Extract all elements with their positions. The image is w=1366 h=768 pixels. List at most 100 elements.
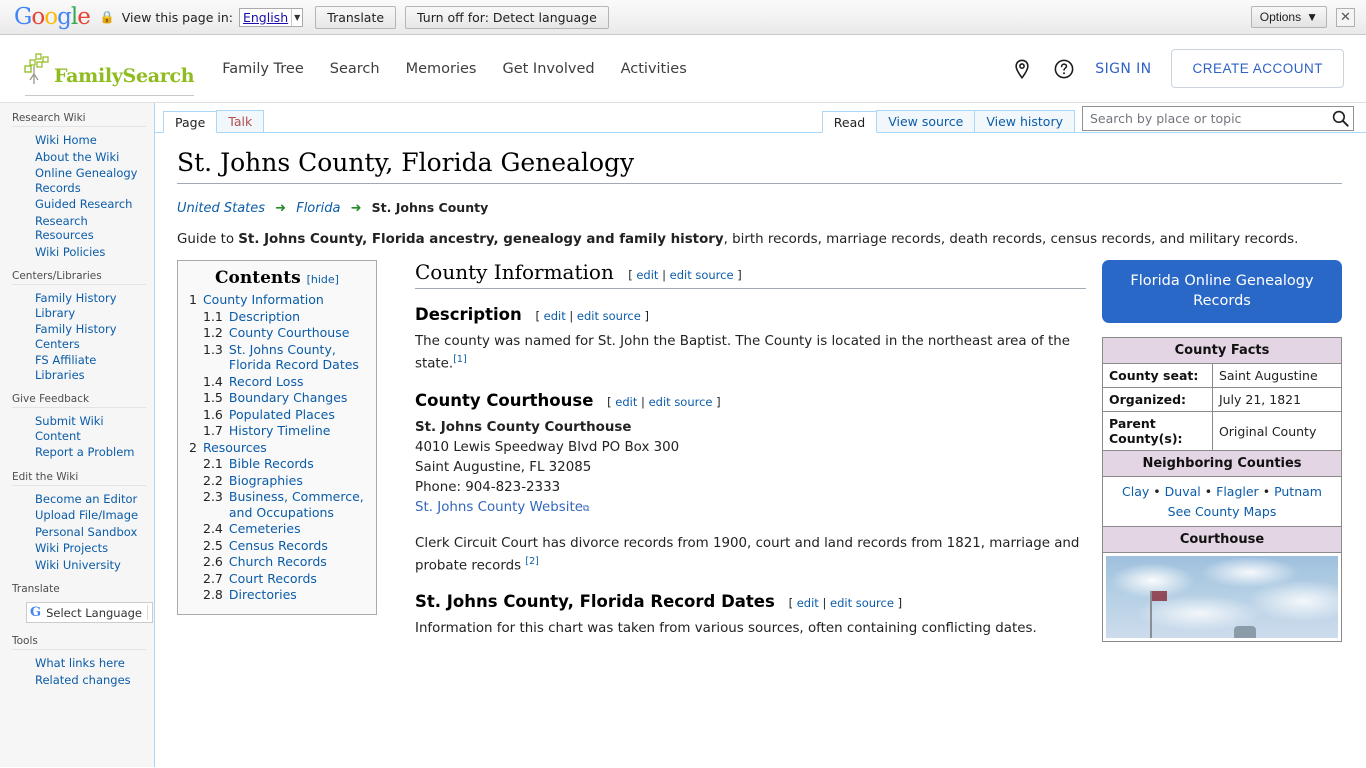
- search-input[interactable]: [1082, 106, 1354, 131]
- neighbor-link-duval[interactable]: Duval: [1165, 484, 1201, 499]
- edit-source-link[interactable]: edit source: [649, 395, 713, 409]
- reference-link-2[interactable]: [2]: [525, 556, 538, 567]
- edit-source-link[interactable]: edit source: [830, 596, 894, 610]
- toc-link-resources[interactable]: Resources: [203, 440, 267, 456]
- sidebar-link-wiki-university[interactable]: Wiki University: [35, 558, 121, 572]
- turn-off-translation-button[interactable]: Turn off for: Detect language: [405, 5, 609, 29]
- sidebar-item-wiki-projects[interactable]: Wiki Projects: [24, 540, 146, 557]
- toc-item[interactable]: 1 County Information: [187, 292, 367, 308]
- toc-item[interactable]: 2.1 Bible Records: [187, 456, 367, 472]
- sign-in-link[interactable]: SIGN IN: [1095, 61, 1151, 77]
- sidebar-link-family-history-centers[interactable]: Family History Centers: [35, 322, 117, 351]
- toc-link-business-commerce-occupations[interactable]: Business, Commerce, and Occupations: [229, 489, 367, 520]
- toc-link-county-courthouse[interactable]: County Courthouse: [229, 325, 350, 341]
- sidebar-item-wiki-policies[interactable]: Wiki Policies: [24, 244, 146, 261]
- reference-link-1[interactable]: [1]: [453, 354, 466, 365]
- sidebar-item-wiki-university[interactable]: Wiki University: [24, 557, 146, 574]
- sidebar-link-become-an-editor[interactable]: Become an Editor: [35, 492, 137, 506]
- sidebar-item-what-links-here[interactable]: What links here: [24, 655, 146, 672]
- see-county-maps-link[interactable]: See County Maps: [1168, 504, 1277, 519]
- sidebar-item-family-history-centers[interactable]: Family History Centers: [24, 321, 146, 352]
- toc-item[interactable]: 2.4 Cemeteries: [187, 521, 367, 537]
- toc-item[interactable]: 1.6 Populated Places: [187, 407, 367, 423]
- sidebar-link-wiki-projects[interactable]: Wiki Projects: [35, 541, 108, 555]
- search-button[interactable]: [1331, 109, 1350, 128]
- neighbor-link-clay[interactable]: Clay: [1122, 484, 1149, 499]
- toc-item[interactable]: 2.8 Directories: [187, 587, 367, 603]
- toc-link-boundary-changes[interactable]: Boundary Changes: [229, 390, 348, 406]
- toc-item[interactable]: 1.7 History Timeline: [187, 423, 367, 439]
- sidebar-item-about-the-wiki[interactable]: About the Wiki: [24, 149, 146, 166]
- sidebar-item-guided-research[interactable]: Guided Research: [24, 196, 146, 213]
- toc-link-record-loss[interactable]: Record Loss: [229, 374, 304, 390]
- toc-link-description[interactable]: Description: [229, 309, 300, 325]
- toc-link-bible-records[interactable]: Bible Records: [229, 456, 314, 472]
- tab-page[interactable]: Page: [163, 111, 218, 133]
- toc-link-court-records[interactable]: Court Records: [229, 571, 317, 587]
- courthouse-website-link[interactable]: St. Johns County Website: [415, 500, 583, 515]
- sidebar-link-wiki-home[interactable]: Wiki Home: [35, 133, 97, 147]
- tab-talk[interactable]: Talk: [216, 110, 265, 132]
- toc-item[interactable]: 2.5 Census Records: [187, 538, 367, 554]
- toc-link-directories[interactable]: Directories: [229, 587, 297, 603]
- sidebar-link-personal-sandbox[interactable]: Personal Sandbox: [35, 525, 137, 539]
- toc-item[interactable]: 1.1 Description: [187, 309, 367, 325]
- sidebar-link-family-history-library[interactable]: Family History Library: [35, 291, 117, 320]
- sidebar-link-submit-wiki-content[interactable]: Submit Wiki Content: [35, 414, 104, 443]
- sidebar-item-report-a-problem[interactable]: Report a Problem: [24, 444, 146, 461]
- edit-source-link[interactable]: edit source: [670, 268, 734, 282]
- edit-link[interactable]: edit: [797, 596, 819, 610]
- sidebar-link-fs-affiliate-libraries[interactable]: FS Affiliate Libraries: [35, 353, 96, 382]
- options-button[interactable]: Options ▼: [1250, 6, 1327, 28]
- close-icon[interactable]: ✕: [1336, 7, 1355, 27]
- breadcrumb-link-florida[interactable]: Florida: [296, 201, 340, 216]
- toc-link-church-records[interactable]: Church Records: [229, 554, 327, 570]
- toc-item[interactable]: 2.3 Business, Commerce, and Occupations: [187, 489, 367, 520]
- sidebar-link-upload-file-image[interactable]: Upload File/Image: [35, 508, 138, 522]
- nav-item-memories[interactable]: Memories: [406, 61, 477, 77]
- sidebar-item-personal-sandbox[interactable]: Personal Sandbox: [24, 524, 146, 541]
- edit-link[interactable]: edit: [636, 268, 658, 282]
- neighbor-link-flagler[interactable]: Flagler: [1216, 484, 1259, 499]
- sidebar-item-research-resources[interactable]: Research Resources: [24, 213, 146, 244]
- sidebar-link-report-a-problem[interactable]: Report a Problem: [35, 445, 135, 459]
- sidebar-link-guided-research[interactable]: Guided Research: [35, 197, 132, 211]
- nav-item-family-tree[interactable]: Family Tree: [222, 61, 303, 77]
- edit-link[interactable]: edit: [615, 395, 637, 409]
- florida-online-genealogy-records-button[interactable]: Florida Online Genealogy Records: [1102, 260, 1342, 324]
- toc-item[interactable]: 2 Resources: [187, 440, 367, 456]
- nav-item-search[interactable]: Search: [330, 61, 380, 77]
- select-language-widget[interactable]: G Select Language: [26, 602, 153, 623]
- translate-button[interactable]: Translate: [315, 5, 397, 29]
- tab-read[interactable]: Read: [821, 111, 878, 133]
- toc-item[interactable]: 2.7 Court Records: [187, 571, 367, 587]
- toc-link-county-information[interactable]: County Information: [203, 292, 324, 308]
- sidebar-item-related-changes[interactable]: Related changes: [24, 672, 146, 689]
- sidebar-link-related-changes[interactable]: Related changes: [35, 673, 131, 687]
- sidebar-item-upload-file-image[interactable]: Upload File/Image: [24, 507, 146, 524]
- edit-link[interactable]: edit: [544, 309, 566, 323]
- neighbor-link-putnam[interactable]: Putnam: [1274, 484, 1322, 499]
- toc-hide-link[interactable]: [hide]: [307, 273, 339, 286]
- nav-item-get-involved[interactable]: Get Involved: [502, 61, 594, 77]
- familysearch-logo[interactable]: FamilySearch: [22, 52, 195, 96]
- toc-item[interactable]: 1.5 Boundary Changes: [187, 390, 367, 406]
- sidebar-item-submit-wiki-content[interactable]: Submit Wiki Content: [24, 413, 146, 444]
- create-account-button[interactable]: CREATE ACCOUNT: [1171, 49, 1344, 88]
- sidebar-item-fs-affiliate-libraries[interactable]: FS Affiliate Libraries: [24, 352, 146, 383]
- toc-link-cemeteries[interactable]: Cemeteries: [229, 521, 301, 537]
- sidebar-link-research-resources[interactable]: Research Resources: [35, 214, 94, 243]
- toc-link-biographies[interactable]: Biographies: [229, 473, 303, 489]
- sidebar-link-wiki-policies[interactable]: Wiki Policies: [35, 245, 105, 259]
- sidebar-item-family-history-library[interactable]: Family History Library: [24, 290, 146, 321]
- sidebar-item-wiki-home[interactable]: Wiki Home: [24, 132, 146, 149]
- location-pin-icon[interactable]: [1011, 58, 1033, 80]
- language-select[interactable]: English ▼: [238, 7, 304, 27]
- sidebar-link-online-genealogy-records[interactable]: Online Genealogy Records: [35, 166, 137, 195]
- toc-item[interactable]: 2.2 Biographies: [187, 473, 367, 489]
- toc-link-census-records[interactable]: Census Records: [229, 538, 328, 554]
- sidebar-item-online-genealogy-records[interactable]: Online Genealogy Records: [24, 165, 146, 196]
- toc-link-populated-places[interactable]: Populated Places: [229, 407, 335, 423]
- toc-item[interactable]: 1.2 County Courthouse: [187, 325, 367, 341]
- tab-view-source[interactable]: View source: [876, 110, 976, 132]
